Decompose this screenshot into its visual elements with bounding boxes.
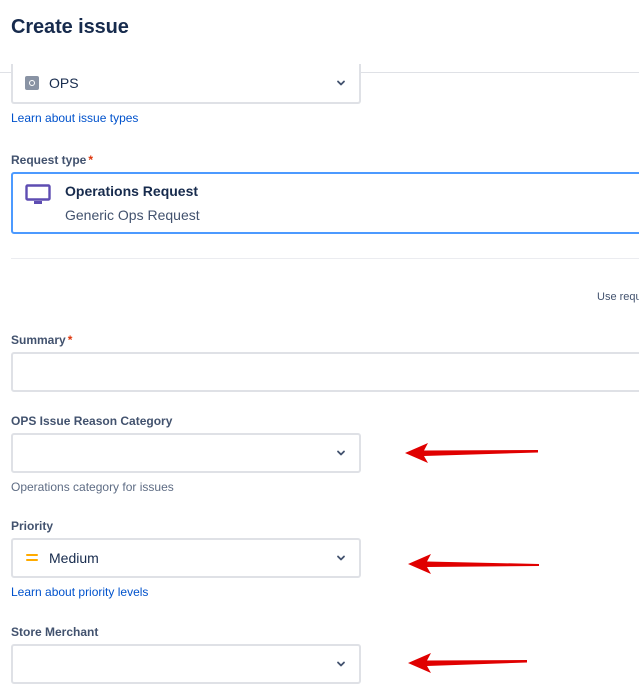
computer-icon xyxy=(25,184,51,204)
chevron-down-icon xyxy=(337,661,345,667)
summary-label-text: Summary xyxy=(11,333,66,347)
summary-label: Summary * xyxy=(11,333,72,347)
priority-select[interactable]: Medium xyxy=(11,538,361,578)
store-merchant-label: Store Merchant xyxy=(11,625,99,639)
required-indicator: * xyxy=(88,153,94,167)
modal-header: Create issue xyxy=(0,0,639,73)
annotation-arrow xyxy=(405,443,538,463)
issue-types-link[interactable]: Learn about issue types xyxy=(11,111,138,125)
required-indicator: * xyxy=(67,333,73,347)
store-merchant-select[interactable] xyxy=(11,644,361,684)
priority-label: Priority xyxy=(11,519,54,533)
chevron-down-icon xyxy=(337,450,345,456)
annotation-arrow xyxy=(408,653,527,673)
annotation-arrow xyxy=(408,554,539,574)
project-select[interactable]: OPS xyxy=(11,64,361,104)
project-icon xyxy=(25,76,39,90)
chevron-down-icon xyxy=(337,80,345,86)
priority-levels-link[interactable]: Learn about priority levels xyxy=(11,585,148,599)
chevron-down-icon xyxy=(337,555,345,561)
ops-reason-help: Operations category for issues xyxy=(11,480,174,494)
use-request-text: Use requ xyxy=(597,291,639,303)
priority-medium-icon xyxy=(26,554,38,561)
section-divider xyxy=(11,258,639,259)
priority-select-value: Medium xyxy=(49,550,99,566)
request-type-subtitle: Generic Ops Request xyxy=(65,207,200,223)
request-type-title: Operations Request xyxy=(65,183,199,199)
summary-input[interactable] xyxy=(11,352,639,392)
ops-reason-select[interactable] xyxy=(11,433,361,473)
project-select-value: OPS xyxy=(49,75,79,91)
request-type-select[interactable]: Operations Request Generic Ops Request xyxy=(11,172,639,234)
page-title: Create issue xyxy=(11,16,129,38)
request-type-label: Request type * xyxy=(11,153,93,167)
ops-reason-label: OPS Issue Reason Category xyxy=(11,414,173,428)
request-type-label-text: Request type xyxy=(11,153,87,167)
